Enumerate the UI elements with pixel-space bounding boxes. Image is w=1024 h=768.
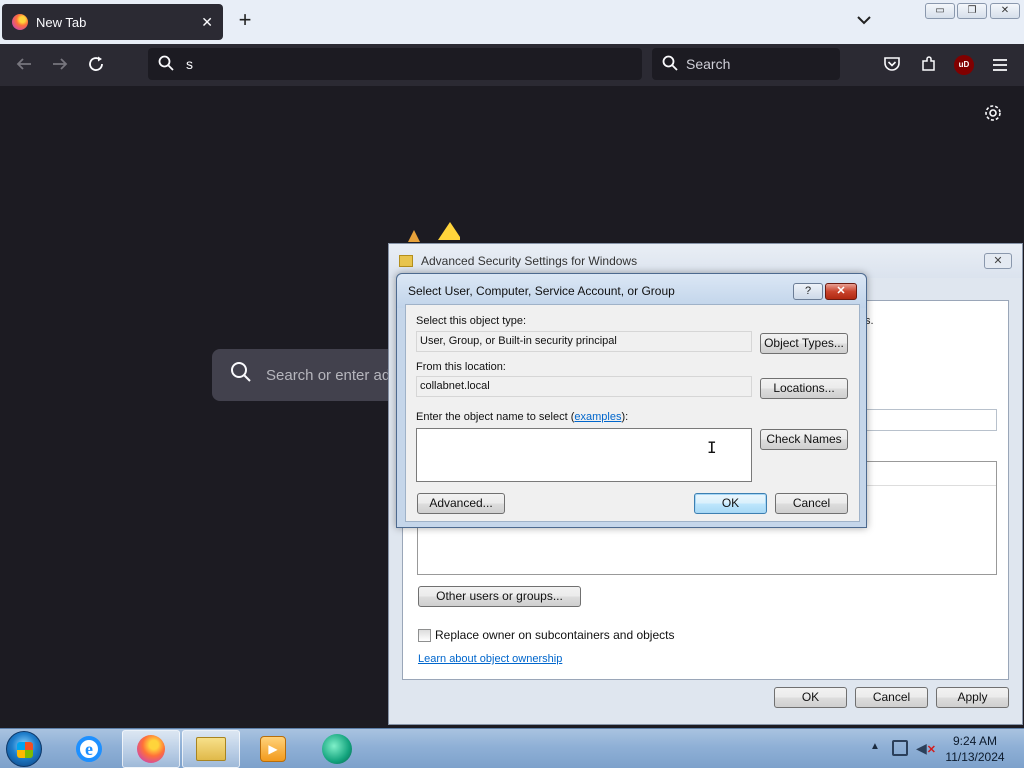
advanced-button[interactable]: Advanced... xyxy=(417,493,505,514)
start-button[interactable] xyxy=(6,731,42,767)
search-bar[interactable]: Search xyxy=(652,48,840,80)
text-cursor-icon: I xyxy=(707,438,717,457)
hamburger-menu-icon[interactable] xyxy=(989,55,1011,77)
address-input-value[interactable]: s xyxy=(186,56,193,72)
clock-date: 11/13/2024 xyxy=(945,750,1005,764)
windows-logo-icon xyxy=(17,742,33,758)
dialog-title: Select User, Computer, Service Account, … xyxy=(408,284,675,298)
location-field: collabnet.local xyxy=(416,376,752,397)
object-name-input[interactable] xyxy=(416,428,752,482)
tab-title: New Tab xyxy=(36,14,87,30)
tab-strip: New Tab ✕ + ▭ ❐ ✕ xyxy=(0,0,1024,44)
clock[interactable]: 9:24 AM 11/13/2024 xyxy=(942,733,1008,765)
window-title: Advanced Security Settings for Windows xyxy=(421,254,638,268)
minimize-button[interactable]: ▭ xyxy=(925,3,955,19)
ublock-origin-icon[interactable]: uD xyxy=(954,55,974,75)
learn-ownership-link[interactable]: Learn about object ownership xyxy=(418,653,562,665)
restore-button[interactable]: ❐ xyxy=(957,3,987,19)
forward-arrow-icon[interactable] xyxy=(49,55,71,77)
location-label: From this location: xyxy=(416,361,506,373)
customize-gear-icon[interactable] xyxy=(982,104,1004,126)
other-users-button[interactable]: Other users or groups... xyxy=(418,586,581,607)
replace-owner-row[interactable]: Replace owner on subcontainers and objec… xyxy=(418,628,674,642)
folder-icon xyxy=(196,737,226,761)
replace-owner-checkbox[interactable] xyxy=(418,628,431,642)
list-all-tabs-chevron-icon[interactable] xyxy=(854,12,874,30)
tab-new-tab[interactable]: New Tab ✕ xyxy=(2,4,223,40)
search-icon xyxy=(158,55,174,74)
help-button[interactable]: ? xyxy=(793,283,823,300)
taskbar-internet-explorer[interactable]: e xyxy=(60,730,118,768)
taskbar-green-app[interactable] xyxy=(308,730,366,768)
cancel-button[interactable]: Cancel xyxy=(855,687,928,708)
new-tab-search-placeholder: Search or enter address xyxy=(266,366,402,384)
ok-button[interactable]: OK xyxy=(694,493,767,514)
examples-link[interactable]: examples xyxy=(574,411,621,423)
network-icon[interactable] xyxy=(892,740,908,756)
close-window-button[interactable]: ✕ xyxy=(990,3,1020,19)
navigation-toolbar: s Search uD xyxy=(0,44,1024,86)
search-icon xyxy=(230,361,252,389)
close-button[interactable]: ✕ xyxy=(984,253,1012,269)
locations-button[interactable]: Locations... xyxy=(760,378,848,399)
back-arrow-icon[interactable] xyxy=(13,55,35,77)
taskbar-windows-explorer[interactable] xyxy=(182,730,240,768)
enter-name-label: Enter the object name to select (example… xyxy=(416,411,628,423)
object-type-field: User, Group, or Built-in security princi… xyxy=(416,331,752,352)
taskbar-media-player[interactable]: ▶ xyxy=(244,730,302,768)
replace-owner-label: Replace owner on subcontainers and objec… xyxy=(435,628,675,642)
extensions-puzzle-icon[interactable] xyxy=(918,55,940,77)
pocket-icon[interactable] xyxy=(881,55,903,77)
firefox-icon xyxy=(137,735,165,763)
system-tray: ▲ ◀✕ 9:24 AM 11/13/2024 xyxy=(866,729,1024,768)
cancel-button[interactable]: Cancel xyxy=(775,493,848,514)
media-player-icon: ▶ xyxy=(260,736,286,762)
green-app-icon xyxy=(322,734,352,764)
ok-button[interactable]: OK xyxy=(774,687,847,708)
check-names-button[interactable]: Check Names xyxy=(760,429,848,450)
folder-icon xyxy=(399,255,413,267)
address-bar[interactable]: s xyxy=(148,48,642,80)
reload-icon[interactable] xyxy=(85,55,107,77)
enter-name-prefix: Enter the object name to select ( xyxy=(416,411,575,423)
object-type-label: Select this object type: xyxy=(416,315,527,327)
new-tab-button[interactable]: + xyxy=(234,9,256,32)
taskbar-firefox[interactable] xyxy=(122,730,180,768)
current-owner-field xyxy=(863,409,997,431)
dialog-body: Select this object type: User, Group, or… xyxy=(405,304,860,522)
show-hidden-icons-arrow-icon[interactable]: ▲ xyxy=(870,741,880,752)
firefox-icon xyxy=(12,14,28,30)
background-folder-icon xyxy=(408,222,460,242)
search-icon xyxy=(662,55,678,74)
enter-name-suffix: ): xyxy=(621,411,629,423)
close-button[interactable]: ✕ xyxy=(825,283,857,300)
volume-muted-icon[interactable]: ◀✕ xyxy=(916,740,936,757)
search-placeholder: Search xyxy=(686,56,731,72)
internet-explorer-icon: e xyxy=(76,736,102,762)
object-types-button[interactable]: Object Types... xyxy=(760,333,848,354)
apply-button[interactable]: Apply xyxy=(936,687,1009,708)
close-tab-icon[interactable]: ✕ xyxy=(201,14,213,31)
new-tab-search-box[interactable]: Search or enter address xyxy=(212,349,402,401)
select-user-dialog: Select User, Computer, Service Account, … xyxy=(396,273,867,528)
clock-time: 9:24 AM xyxy=(952,734,998,748)
taskbar: e ▶ ▲ ◀✕ 9:24 AM 11/13/2024 xyxy=(0,728,1024,768)
